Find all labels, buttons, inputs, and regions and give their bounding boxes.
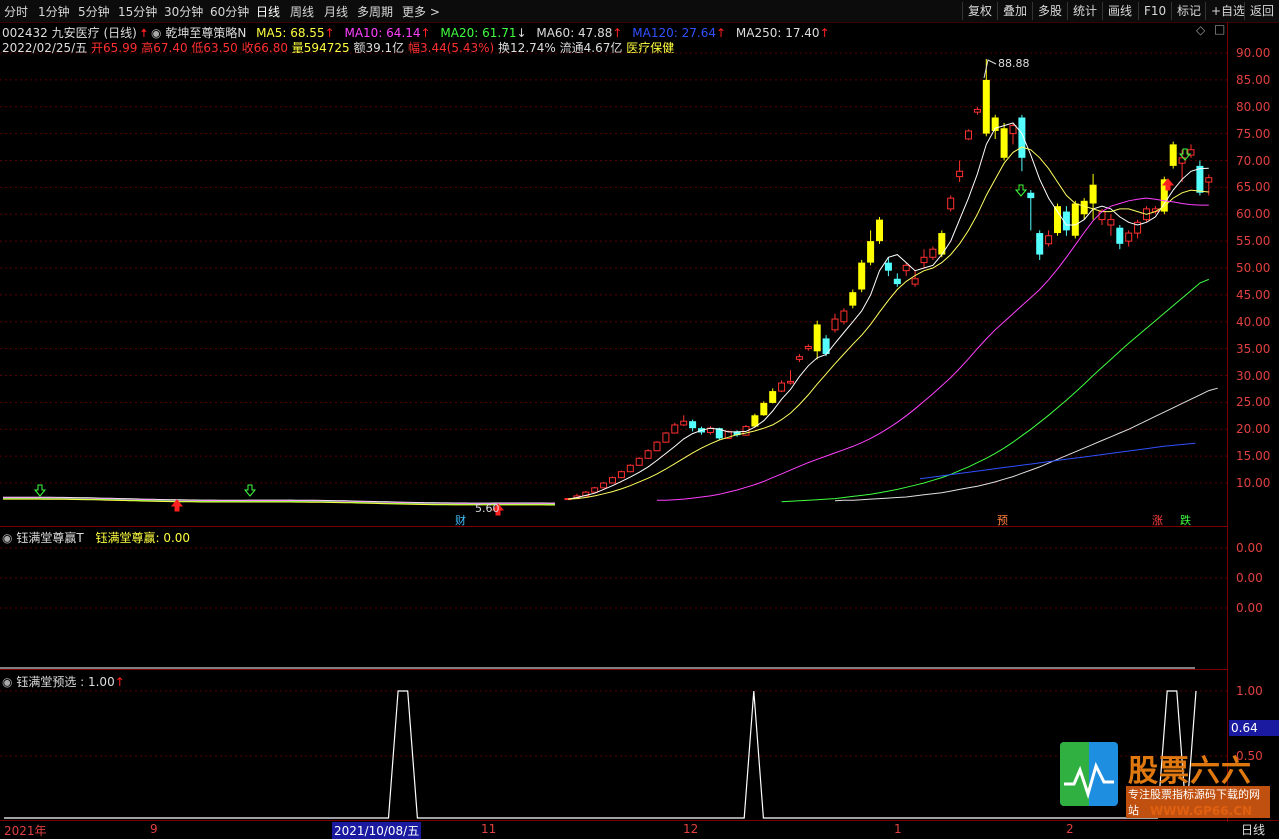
sell-arrow-icon (33, 484, 47, 497)
candle-body (591, 487, 599, 493)
candle-body (902, 264, 910, 272)
candle-body (867, 241, 875, 263)
ma250-line (919, 442, 1196, 480)
candle-body (929, 248, 937, 258)
candle-body (920, 256, 928, 264)
kline-chart[interactable] (0, 0, 1279, 839)
candle-body (1098, 211, 1106, 221)
finance-marker[interactable]: 财 (455, 512, 466, 528)
candle-body (1169, 144, 1177, 166)
candle-body (1125, 232, 1133, 242)
candle-body (982, 79, 990, 134)
candle-body (956, 170, 964, 178)
logo-chart-icon (1060, 742, 1118, 806)
candle-body (876, 219, 883, 242)
candle-body (1027, 192, 1035, 199)
candle-body (1080, 200, 1088, 215)
logo-brand: 股票六六 (1128, 754, 1252, 789)
candle-body (680, 420, 688, 426)
forecast-marker[interactable]: 预 (997, 512, 1008, 528)
candle-body (653, 441, 661, 452)
candle-body (884, 262, 892, 271)
candle-body (644, 450, 652, 459)
candle-body (1116, 227, 1124, 244)
candle-body (947, 197, 955, 210)
candle-body (1071, 203, 1079, 236)
limit-down-marker[interactable]: 跌 (1180, 512, 1191, 528)
candle-body (1045, 235, 1053, 245)
ma120-line (834, 387, 1218, 502)
ma5-line (567, 122, 1209, 500)
candle-body (893, 278, 901, 285)
candle-body (609, 477, 616, 484)
sell-arrow-icon (243, 484, 257, 497)
candle-body (787, 380, 794, 384)
candle-body (617, 471, 625, 479)
candle-body (858, 262, 866, 290)
candle-body (600, 482, 608, 489)
candle-body (911, 278, 919, 285)
candle-body (635, 457, 643, 466)
logo-url: WWW.GP66.CN (1150, 804, 1253, 818)
candle-body (769, 391, 777, 403)
limit-up-marker[interactable]: 涨 (1152, 512, 1163, 528)
candle-body (831, 318, 839, 331)
ma10-line (567, 146, 1209, 500)
candle-body (1018, 117, 1026, 158)
candle-body (626, 464, 634, 473)
candle-body (760, 402, 768, 416)
candle-body (1000, 128, 1008, 158)
sell-arrow-icon (1014, 184, 1028, 197)
signal-line (4, 690, 1197, 819)
ma20-line (657, 197, 1209, 501)
candle-body (1036, 233, 1044, 255)
candle-body (804, 345, 812, 350)
candle-body (973, 108, 981, 113)
candle-body (840, 310, 848, 323)
candle-body (778, 382, 786, 392)
candle-body (849, 292, 857, 306)
watermark-logo: 股票六六 专注股票指标源码下载的网站 WWW.GP66.CN (1060, 742, 1270, 834)
candle-body (965, 130, 972, 140)
peak-price-label: 88.88 (998, 57, 1030, 70)
candle-body (1107, 219, 1115, 226)
candle-body (1196, 165, 1204, 193)
candle-body (1009, 125, 1017, 135)
candle-body (1054, 206, 1061, 234)
candle-body (689, 421, 697, 429)
candle-body (662, 432, 670, 443)
candle-body (1089, 184, 1097, 204)
low-price-label: 5.60 (475, 502, 500, 515)
candle-body (795, 356, 803, 360)
candle-body (813, 324, 821, 352)
candle-body (1205, 177, 1213, 183)
candle-body (671, 424, 679, 434)
